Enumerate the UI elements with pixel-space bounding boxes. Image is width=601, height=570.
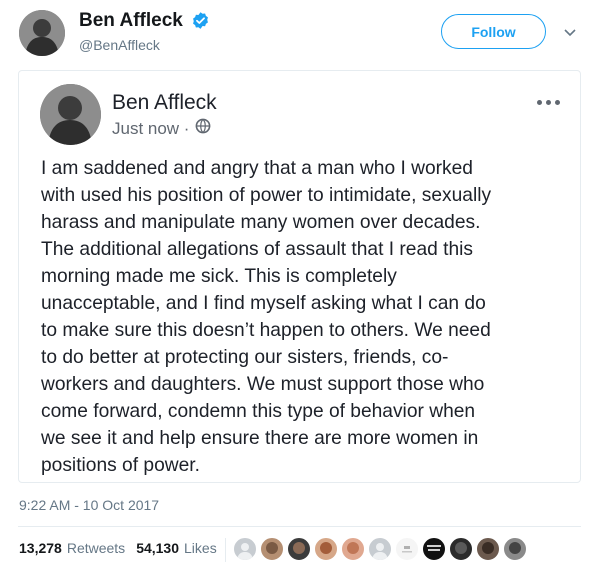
divider [18, 526, 581, 527]
liker-avatar[interactable] [340, 536, 366, 562]
post-author-name[interactable]: Ben Affleck [112, 91, 217, 115]
verified-badge-icon [191, 11, 210, 35]
liker-avatar[interactable] [232, 536, 258, 562]
follow-button[interactable]: Follow [441, 14, 546, 49]
post-meta: Just now · [112, 118, 211, 139]
post-avatar[interactable] [40, 84, 101, 145]
tweet-timestamp[interactable]: 9:22 AM - 10 Oct 2017 [19, 497, 159, 513]
author-name[interactable]: Ben Affleck [79, 10, 183, 32]
post-line: to make sure this doesn’t happen to othe… [41, 320, 491, 341]
post-line: The additional allegations of assault th… [41, 239, 473, 260]
post-line: come forward, condemn this type of behav… [41, 401, 476, 422]
post-line: I am saddened and angry that a man who I… [41, 158, 473, 179]
liker-avatar[interactable] [448, 536, 474, 562]
more-dots-icon[interactable] [537, 100, 560, 105]
liker-avatar[interactable] [313, 536, 339, 562]
post-line: positions of power. [41, 455, 200, 476]
embedded-post-card: Ben Affleck Just now · I am saddened and… [18, 70, 581, 483]
liker-avatar[interactable] [259, 536, 285, 562]
post-line: harass and manipulate many women over de… [41, 212, 481, 233]
post-time[interactable]: Just now · [112, 119, 189, 139]
post-line: we see it and help ensure there are more… [41, 428, 479, 449]
retweets-count[interactable]: 13,278 [19, 540, 62, 556]
likes-count[interactable]: 54,130 [136, 540, 179, 556]
author-avatar[interactable] [19, 10, 65, 56]
post-body: I am saddened and angry that a man who I… [41, 155, 571, 479]
globe-icon [195, 118, 211, 139]
likes-label[interactable]: Likes [184, 540, 217, 556]
post-line: morning made me sick. This is completely [41, 266, 397, 287]
liker-avatar[interactable] [367, 536, 393, 562]
liker-avatars [232, 536, 528, 562]
post-line: to do better at protecting our sisters, … [41, 347, 449, 368]
liker-avatar[interactable] [502, 536, 528, 562]
liker-avatar[interactable] [286, 536, 312, 562]
stats-divider [225, 538, 226, 562]
retweets-label[interactable]: Retweets [67, 540, 125, 556]
tweet-stats: 13,278 Retweets 54,130 Likes [19, 540, 217, 556]
post-line: unacceptable, and I find myself asking w… [41, 293, 486, 314]
liker-avatar[interactable] [421, 536, 447, 562]
post-line: with used his position of power to intim… [41, 185, 492, 206]
liker-avatar[interactable] [475, 536, 501, 562]
liker-avatar[interactable] [394, 536, 420, 562]
chevron-down-icon[interactable] [563, 25, 577, 43]
post-line: workers and daughters. We must support t… [41, 374, 485, 395]
author-handle[interactable]: @BenAffleck [79, 37, 160, 53]
